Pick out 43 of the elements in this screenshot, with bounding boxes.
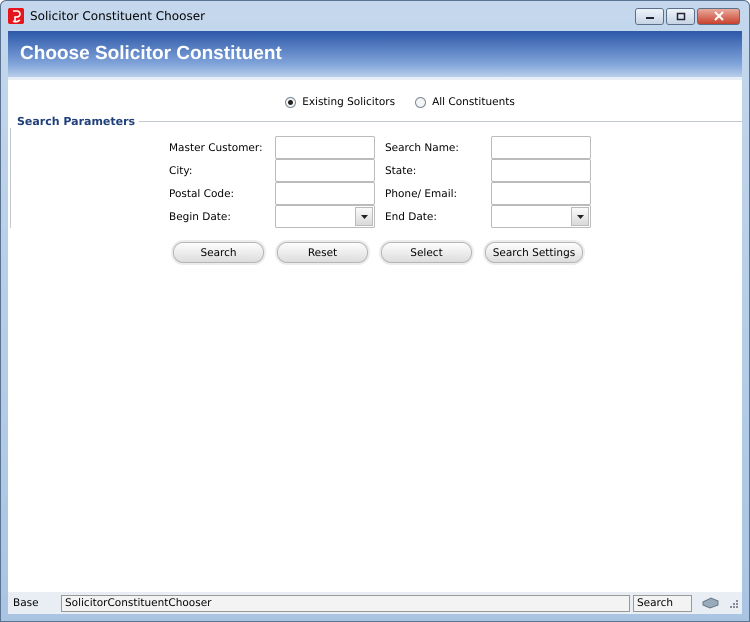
input-field[interactable] <box>491 182 591 205</box>
action-button[interactable]: Select <box>381 242 472 263</box>
field-label: Master Customer: <box>169 142 264 154</box>
date-field[interactable] <box>491 205 591 228</box>
radio-label: Existing Solicitors <box>302 96 396 108</box>
close-button[interactable] <box>697 8 740 24</box>
close-icon <box>712 11 724 21</box>
input-field[interactable] <box>275 136 375 159</box>
field-label: Search Name: <box>385 142 460 154</box>
header-title: Choose Solicitor Constituent <box>20 43 282 65</box>
field-label: State: <box>385 164 418 176</box>
status-text: SolicitorConstituentChooser <box>61 594 630 612</box>
radio-option[interactable]: Existing Solicitors <box>285 96 396 108</box>
dropdown-button[interactable] <box>355 207 373 226</box>
app-logo-icon <box>8 8 24 24</box>
caret-icon <box>360 214 368 218</box>
status-text: Search <box>633 594 692 612</box>
field-label: Postal Code: <box>169 188 236 200</box>
field-label: Phone/ Email: <box>385 188 458 200</box>
field-label: City: <box>169 164 194 176</box>
section-title: Search Parameters <box>17 115 136 128</box>
radio-button[interactable] <box>285 96 296 108</box>
dropdown-button[interactable] <box>571 207 589 226</box>
input-field[interactable] <box>275 159 375 182</box>
input-field[interactable] <box>275 182 375 205</box>
caret-icon <box>576 214 584 218</box>
field-label: End Date: <box>385 210 438 222</box>
action-button[interactable]: Search Settings <box>485 242 583 263</box>
action-button[interactable]: Reset <box>277 242 368 263</box>
action-button[interactable]: Search <box>173 242 264 263</box>
input-field[interactable] <box>491 136 591 159</box>
minimize-button[interactable] <box>635 8 664 24</box>
window-title: Solicitor Constituent Chooser <box>30 9 206 23</box>
date-field[interactable] <box>275 205 375 228</box>
resize-grip-icon <box>728 598 738 608</box>
maximize-button[interactable] <box>666 8 695 24</box>
radio-option[interactable]: All Constituents <box>415 96 515 108</box>
radio-label: All Constituents <box>432 96 515 108</box>
input-field[interactable] <box>491 159 591 182</box>
maximize-icon <box>676 12 686 20</box>
status-text: Base <box>12 597 40 609</box>
radio-button[interactable] <box>415 96 426 108</box>
field-label: Begin Date: <box>169 210 232 222</box>
